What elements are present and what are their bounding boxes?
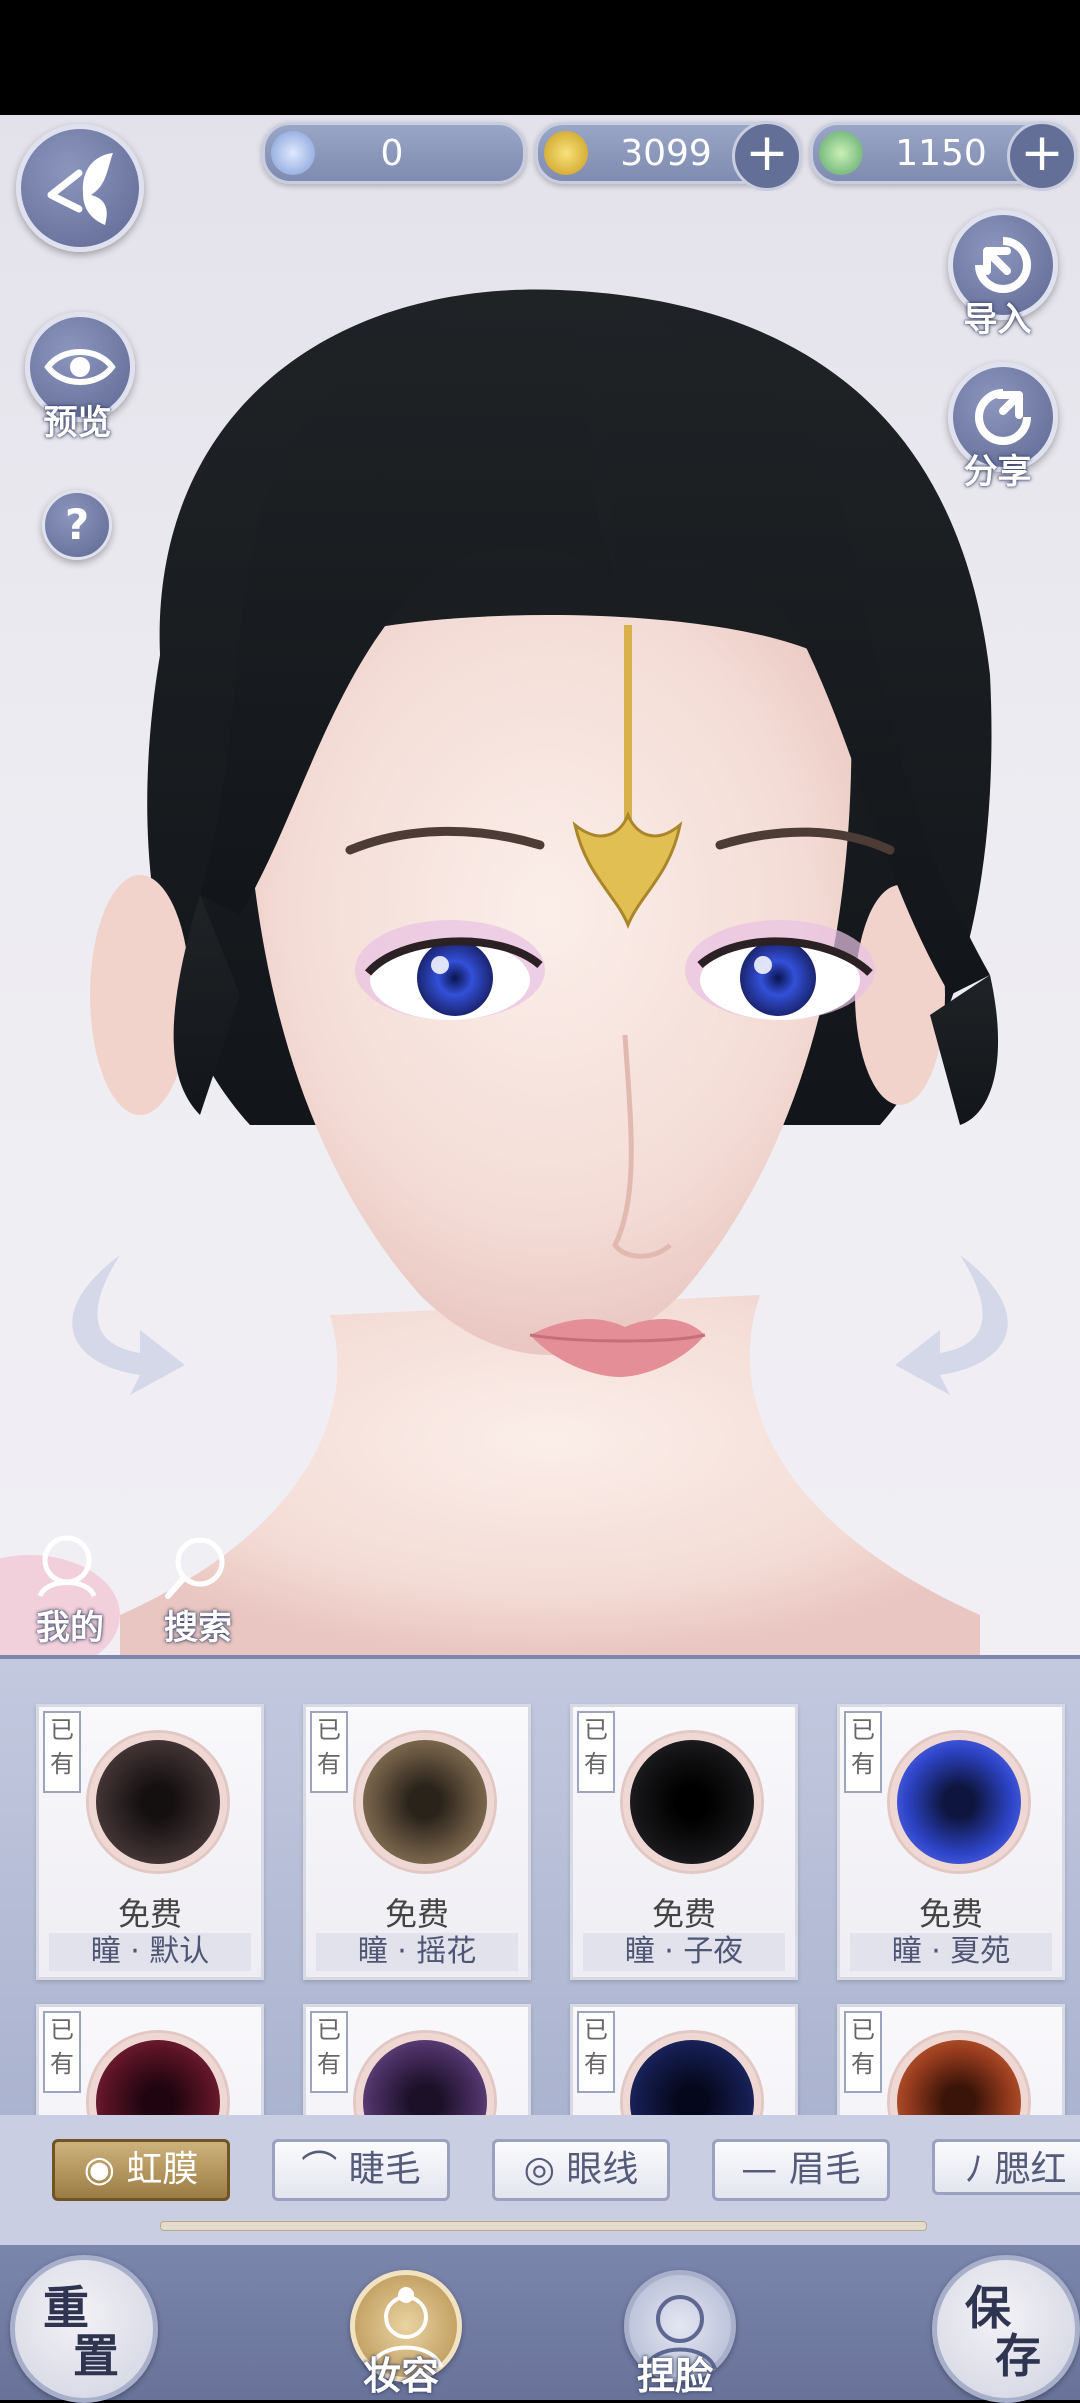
back-button[interactable]	[16, 124, 144, 252]
owned-badge: 已有	[577, 2011, 615, 2093]
iris-card[interactable]: 已有	[36, 2004, 264, 2119]
my-profile-icon[interactable]	[32, 1530, 102, 1600]
currency-value: 1150	[895, 133, 987, 174]
question-icon: ?	[64, 500, 90, 549]
iris-preview	[89, 2033, 227, 2119]
item-price: 免费	[117, 1895, 182, 1933]
owned-badge: 已有	[577, 1711, 615, 1793]
tab-eyeliner[interactable]: ◎ 眼线	[492, 2139, 670, 2201]
butterfly-back-icon	[47, 153, 113, 225]
iris-preview	[89, 1733, 227, 1871]
iris-card[interactable]: 已有	[837, 2004, 1065, 2119]
tab-label: 腮红	[994, 2149, 1067, 2190]
item-price: 免费	[384, 1895, 449, 1933]
currency-value: 0	[380, 133, 404, 174]
iris-icon: ◉	[83, 2149, 127, 2190]
iris-card[interactable]: 已有 免费 瞳 · 默认	[36, 1704, 264, 1980]
item-name: 瞳 · 默认	[49, 1933, 251, 1971]
iris-preview	[356, 1733, 494, 1871]
item-name: 瞳 · 夏苑	[850, 1933, 1052, 1971]
rotate-left-icon[interactable]	[72, 1255, 185, 1395]
reset-label: 置	[73, 2329, 119, 2383]
makeup-label: 妆容	[362, 2353, 439, 2398]
tab-label: 眼线	[566, 2149, 639, 2190]
iris-card[interactable]: 已有	[303, 2004, 531, 2119]
currency-gold: 3099 +	[535, 121, 802, 191]
owned-badge: 已有	[43, 2011, 81, 2093]
iris-preview	[356, 2033, 494, 2119]
add-gold-button[interactable]: +	[732, 121, 802, 191]
iris-preview	[890, 1733, 1028, 1871]
tab-label: 睫毛	[348, 2149, 421, 2190]
iris-card[interactable]: 已有	[570, 2004, 798, 2119]
save-label: 存	[995, 2329, 1041, 2383]
owned-badge: 已有	[844, 2011, 882, 2093]
item-price: 免费	[918, 1895, 983, 1933]
reset-button[interactable]: 重 置	[10, 2255, 158, 2403]
import-label: 导入	[963, 300, 1032, 340]
gold-coin-icon	[544, 131, 588, 175]
tab-label: 虹膜	[126, 2149, 199, 2190]
tab-scroll-indicator	[160, 2221, 927, 2231]
tab-eyebrow[interactable]: — 眉毛	[712, 2139, 890, 2201]
owned-badge: 已有	[844, 1711, 882, 1793]
help-button[interactable]: ?	[42, 490, 112, 560]
item-price: 免费	[651, 1895, 716, 1933]
share-label: 分享	[963, 452, 1032, 492]
rotate-right-icon[interactable]	[895, 1255, 1008, 1395]
add-jade-button[interactable]: +	[1007, 121, 1077, 191]
iris-card[interactable]: 已有 免费 瞳 · 摇花	[303, 1704, 531, 1980]
currency-jade: 1150 +	[810, 121, 1077, 191]
bottom-navigation: 重 置 妆容 捏脸 保 存	[0, 2245, 1080, 2403]
eyebrow-icon: —	[741, 2149, 789, 2190]
iris-card[interactable]: 已有 免费 瞳 · 子夜	[570, 1704, 798, 1980]
currency-value: 3099	[620, 133, 712, 174]
preview-label: 预览	[43, 403, 112, 443]
jade-swirl-icon	[819, 131, 863, 175]
item-name: 瞳 · 摇花	[316, 1933, 518, 1971]
character-render	[0, 289, 1008, 1655]
item-name: 瞳 · 子夜	[583, 1933, 785, 1971]
iris-preview	[890, 2033, 1028, 2119]
owned-badge: 已有	[43, 1711, 81, 1793]
feather-gem-icon	[271, 131, 315, 175]
currency-feather: 0	[262, 122, 526, 184]
character-viewport[interactable]	[0, 115, 1080, 1655]
save-button[interactable]: 保 存	[932, 2255, 1080, 2403]
iris-card[interactable]: 已有 免费 瞳 · 夏苑	[837, 1704, 1065, 1980]
tab-label: 眉毛	[788, 2149, 861, 2190]
search-icon[interactable]	[162, 1532, 232, 1602]
mine-label[interactable]: 我的	[20, 1600, 120, 1649]
iris-preview	[623, 1733, 761, 1871]
eyeliner-icon: ◎	[523, 2149, 567, 2190]
tab-eyelash[interactable]: ⌒ 睫毛	[272, 2139, 450, 2201]
tab-iris[interactable]: ◉ 虹膜	[52, 2139, 230, 2201]
face-label: 捏脸	[636, 2353, 713, 2398]
makeup-item-grid: 已有 免费 瞳 · 默认 已有 免费 瞳 · 摇花 已有 免费 瞳 · 子夜 已…	[0, 1655, 1080, 2119]
owned-badge: 已有	[310, 1711, 348, 1793]
makeup-category-tabs: ◉ 虹膜 ⌒ 睫毛 ◎ 眼线 — 眉毛 ﾉ 腮红	[0, 2115, 1080, 2245]
eyelash-icon: ⌒	[301, 2149, 349, 2190]
blush-icon: ﾉ	[965, 2149, 995, 2190]
search-label[interactable]: 搜索	[148, 1600, 248, 1649]
status-bar	[0, 0, 1080, 115]
owned-badge: 已有	[310, 2011, 348, 2093]
tab-blush[interactable]: ﾉ 腮红	[932, 2139, 1080, 2195]
iris-preview	[623, 2033, 761, 2119]
